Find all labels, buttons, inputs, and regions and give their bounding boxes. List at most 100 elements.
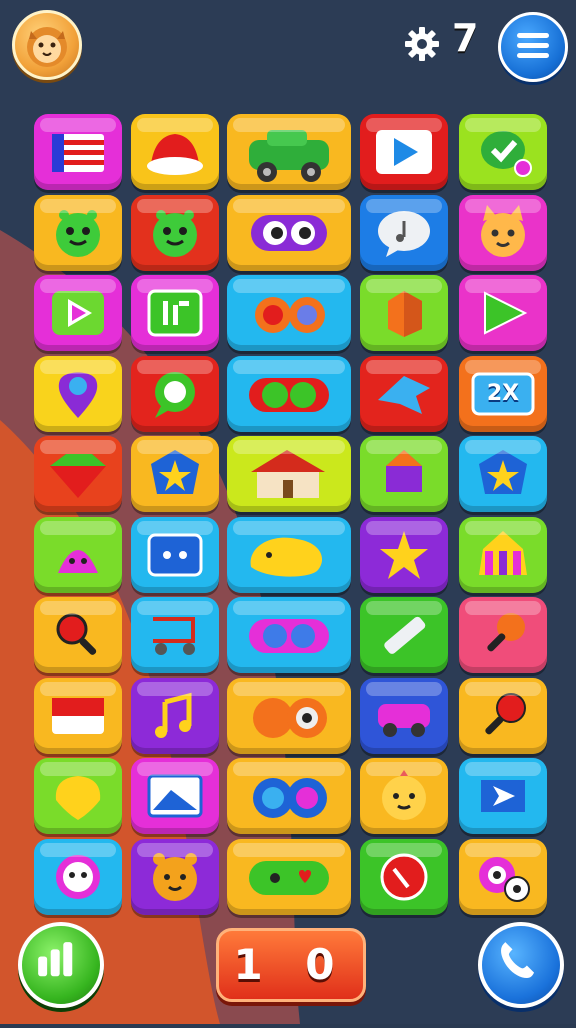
board-tile[interactable] [34, 838, 122, 915]
board-tile[interactable] [34, 355, 122, 432]
board-tile[interactable] [227, 597, 351, 673]
cap-hat-icon [147, 134, 203, 175]
star-shield-icon [151, 450, 199, 494]
board-tile[interactable] [131, 194, 219, 271]
blue-arrow-gem-icon [481, 780, 525, 812]
board-tile[interactable] [227, 436, 351, 512]
board-tile[interactable] [459, 838, 547, 915]
board-tile[interactable] [34, 597, 122, 673]
magnifier-icon [56, 613, 97, 655]
board-tile[interactable] [360, 677, 448, 754]
pink-car-icon [378, 703, 430, 737]
board-tile[interactable] [459, 114, 547, 190]
board-tile[interactable] [34, 516, 122, 593]
yellow-bell-icon [55, 776, 101, 820]
orange-cube-icon [388, 291, 422, 337]
board-tile[interactable] [360, 838, 448, 915]
star-shield-icon [479, 450, 527, 494]
green-goggles-icon [249, 377, 329, 412]
orange-binoculars-icon [253, 697, 327, 738]
cookie-face-icon [382, 770, 426, 820]
purple-gem-icon [386, 450, 422, 492]
board-tile[interactable] [34, 275, 122, 351]
location-pin-icon [58, 372, 98, 418]
board-tile[interactable] [131, 114, 219, 190]
yellow-star-icon [380, 530, 428, 579]
board-tile[interactable] [227, 275, 351, 351]
ice-cream-icon [487, 613, 525, 652]
board-tile[interactable] [227, 194, 351, 271]
cat-face-icon [481, 204, 525, 257]
play-arrow-icon [376, 130, 432, 174]
board-tile[interactable] [131, 275, 219, 351]
pink-blob-icon [58, 549, 98, 573]
board-tile[interactable] [227, 114, 351, 190]
play-triangle-icon [52, 291, 104, 335]
board-tile[interactable] [227, 758, 351, 834]
board-tile[interactable] [131, 355, 219, 432]
board-tile[interactable] [459, 194, 547, 271]
board-tile[interactable] [360, 436, 448, 512]
red-phone-icon [380, 853, 428, 900]
robot-screen-icon [147, 533, 203, 576]
green-monster-icon [56, 209, 100, 257]
board-tile[interactable] [131, 516, 219, 593]
heart-goggles-icon [249, 860, 329, 895]
board-tile[interactable] [131, 677, 219, 754]
board-tile[interactable] [360, 355, 448, 432]
board-tile[interactable] [131, 597, 219, 673]
game-board: 2X [0, 0, 576, 1024]
board-tile[interactable] [131, 436, 219, 512]
flag-stripes-icon [52, 134, 104, 172]
board-tile[interactable] [227, 516, 351, 593]
board-tile[interactable] [459, 275, 547, 351]
board-tile[interactable] [360, 114, 448, 190]
red-gem-icon [50, 454, 106, 498]
house-icon [251, 450, 325, 498]
bear-face-icon [153, 852, 197, 901]
music-bubble-icon [378, 210, 430, 257]
music-note-icon [155, 692, 192, 738]
board-tile[interactable] [459, 516, 547, 593]
board-tile[interactable]: 2X [459, 355, 547, 432]
green-car-icon [249, 130, 329, 182]
board-tile[interactable] [360, 597, 448, 673]
stats-button[interactable] [18, 922, 104, 1008]
board-tile[interactable] [131, 838, 219, 915]
board-tile[interactable] [360, 516, 448, 593]
board-tile[interactable] [459, 597, 547, 673]
circus-tent-icon [479, 530, 527, 575]
blue-bird-icon [378, 375, 430, 414]
board-tile[interactable] [360, 758, 448, 834]
board-tile[interactable] [360, 194, 448, 271]
board-tile[interactable] [34, 114, 122, 190]
board-tile[interactable] [227, 355, 351, 432]
multiplier-label: 2X [486, 381, 520, 406]
lollipop-icon [485, 692, 526, 734]
board-tile[interactable] [227, 677, 351, 754]
chat-bubble-icon [155, 371, 195, 418]
red-card-icon [52, 697, 104, 734]
board-tile[interactable] [459, 758, 547, 834]
board-tile[interactable] [131, 758, 219, 834]
pencil-icon [384, 616, 426, 654]
signal-bars-icon [38, 942, 73, 977]
board-tile[interactable] [459, 677, 547, 754]
picture-frame-icon [147, 774, 203, 818]
flower-face-icon [56, 854, 100, 899]
green-play-icon [484, 291, 528, 335]
board-tile[interactable] [34, 677, 122, 754]
board-tile[interactable] [459, 436, 547, 512]
board-tile[interactable] [227, 838, 351, 915]
call-button[interactable] [478, 922, 564, 1008]
green-sign-icon [147, 289, 203, 337]
board-tile[interactable] [34, 758, 122, 834]
purple-eyes-icon [251, 214, 327, 251]
board-tile[interactable] [34, 194, 122, 271]
board-tile[interactable] [34, 436, 122, 512]
phone-icon [501, 942, 535, 979]
yellow-duck-icon [250, 537, 323, 577]
soccer-eye-icon [479, 856, 530, 902]
board-tile[interactable] [360, 275, 448, 351]
binoculars-icon [255, 297, 325, 333]
